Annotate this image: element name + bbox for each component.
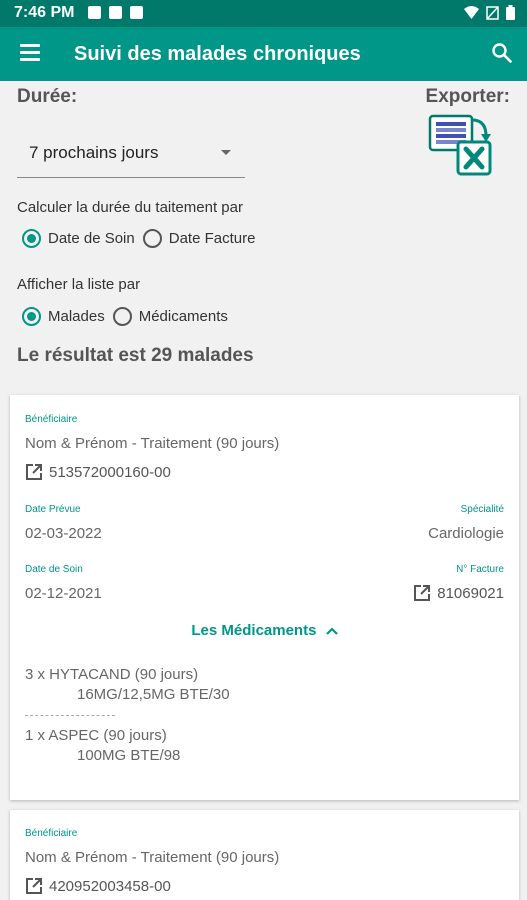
status-time: 7:46 PM	[14, 4, 75, 21]
notification-icons	[88, 6, 143, 19]
wifi-icon	[464, 6, 479, 19]
specialite-label: Spécialité	[460, 504, 504, 515]
radio-date-de-soin[interactable]	[22, 229, 41, 248]
med-divider	[25, 715, 115, 716]
notification-icon	[88, 6, 101, 19]
duration-value: 7 prochains jours	[29, 143, 159, 162]
beneficiaire-label: Bénéficiaire	[25, 828, 78, 839]
list-label: Afficher la liste par	[17, 276, 141, 293]
excel-export-icon[interactable]	[428, 112, 494, 176]
export-label: Exporter:	[425, 86, 510, 107]
status-bar: 7:46 PM	[0, 0, 527, 27]
calc-radio-group: Date de Soin Date Facture	[22, 229, 255, 248]
beneficiaire-label: Bénéficiaire	[25, 414, 78, 425]
notification-icon	[109, 6, 122, 19]
radio-malades[interactable]	[22, 307, 41, 326]
list-radio-group: Malades Médicaments	[22, 307, 228, 326]
facture-label: N° Facture	[456, 564, 504, 575]
radio-medicaments[interactable]	[112, 307, 132, 326]
date-soin: 02-12-2021	[25, 585, 102, 602]
date-prevue-label: Date Prévue	[25, 504, 81, 515]
patient-id-link[interactable]: 420952003458-00	[25, 877, 171, 895]
patient-name: Nom & Prénom - Traitement (90 jours)	[25, 435, 280, 452]
date-prevue: 02-03-2022	[25, 525, 102, 542]
medications-toggle-label: Les Médicaments	[191, 622, 317, 639]
search-icon[interactable]	[491, 42, 513, 64]
patient-card: Bénéficiaire Nom & Prénom - Traitement (…	[10, 810, 519, 900]
result-count: Le résultat est 29 malades	[17, 345, 254, 366]
radio-label-malades[interactable]: Malades	[48, 308, 105, 325]
chevron-up-icon	[325, 627, 338, 635]
duration-label: Durée:	[17, 86, 78, 107]
radio-date-facture[interactable]	[142, 229, 162, 248]
dropdown-caret-icon	[221, 150, 231, 155]
app-title: Suivi des malades chroniques	[74, 43, 361, 65]
notification-icon	[130, 6, 143, 19]
med-line: 3 x HYTACAND (90 jours)	[25, 666, 199, 683]
patient-name: Nom & Prénom - Traitement (90 jours)	[25, 849, 280, 866]
radio-label-medicaments[interactable]: Médicaments	[139, 308, 228, 325]
open-external-icon	[26, 878, 42, 894]
system-icons	[464, 5, 515, 20]
med-dosage: 100MG BTE/98	[77, 747, 181, 764]
medications-toggle[interactable]: Les Médicaments	[10, 622, 519, 639]
menu-icon[interactable]	[20, 44, 40, 61]
specialite: Cardiologie	[428, 525, 504, 542]
facture-number: 81069021	[437, 584, 504, 602]
facture-link[interactable]: 81069021	[413, 584, 504, 602]
patient-id: 420952003458-00	[49, 877, 171, 895]
patient-id: 513572000160-00	[49, 463, 171, 481]
battery-icon	[506, 5, 515, 20]
date-soin-label: Date de Soin	[25, 564, 83, 575]
patient-card: Bénéficiaire Nom & Prénom - Traitement (…	[10, 395, 519, 800]
radio-label-date-facture[interactable]: Date Facture	[169, 230, 256, 247]
duration-select[interactable]: 7 prochains jours	[17, 128, 245, 178]
med-line: 1 x ASPEC (90 jours)	[25, 727, 167, 744]
patient-id-link[interactable]: 513572000160-00	[25, 463, 171, 481]
calc-label: Calculer la durée du taitement par	[17, 199, 243, 216]
open-external-icon	[414, 585, 431, 601]
radio-label-date-de-soin[interactable]: Date de Soin	[48, 230, 135, 247]
signal-off-icon	[486, 5, 499, 20]
app-bar: Suivi des malades chroniques	[0, 27, 527, 81]
med-dosage: 16MG/12,5MG BTE/30	[77, 686, 230, 703]
open-external-icon	[26, 464, 42, 480]
